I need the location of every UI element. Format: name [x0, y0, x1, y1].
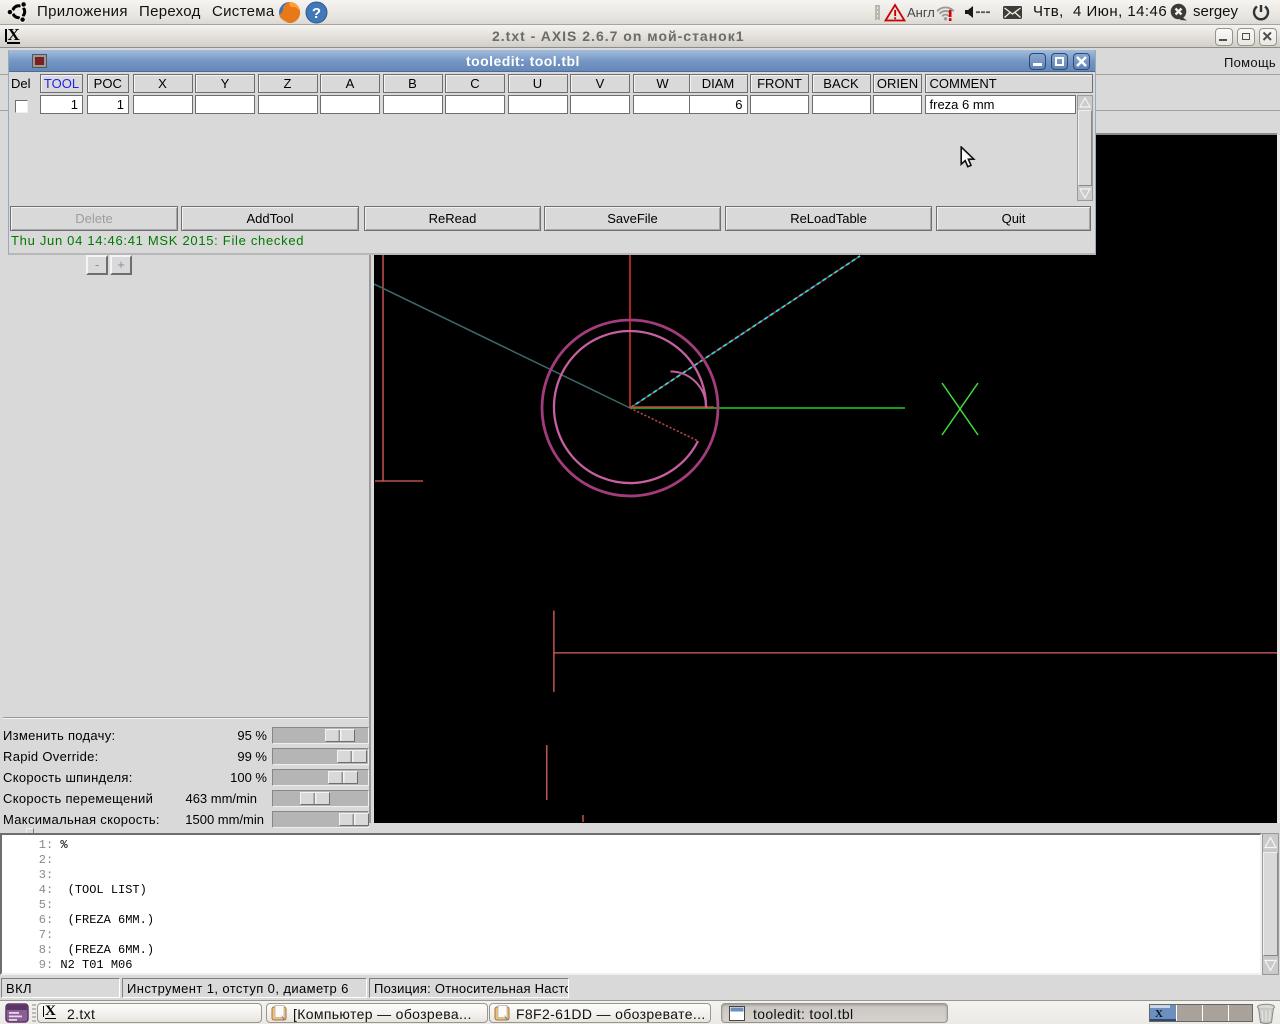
svg-text:?: ?: [312, 5, 321, 22]
